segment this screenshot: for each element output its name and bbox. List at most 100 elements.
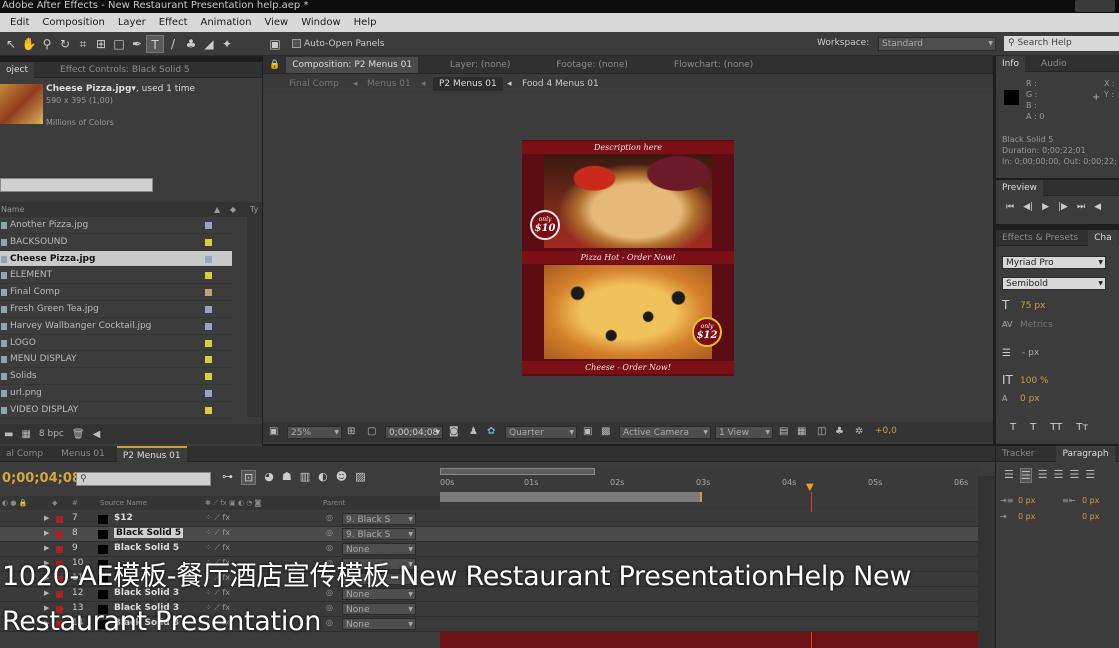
views-select[interactable]: 1 View bbox=[715, 426, 773, 439]
indent-right-value[interactable]: 0 px bbox=[1082, 496, 1099, 505]
always-preview-icon[interactable]: ▣ bbox=[269, 426, 278, 437]
column-name[interactable]: Name bbox=[1, 205, 25, 214]
indent-left-value[interactable]: 0 px bbox=[1018, 496, 1035, 505]
baseline-value[interactable]: 0 px bbox=[1020, 394, 1040, 404]
work-area-nav[interactable] bbox=[440, 468, 595, 475]
crumb-final-comp[interactable]: Final Comp bbox=[289, 74, 339, 94]
snapshot-icon[interactable]: ◙ bbox=[449, 426, 459, 437]
justify-center-icon[interactable]: ☰ bbox=[1070, 468, 1080, 483]
label-swatch[interactable] bbox=[205, 289, 212, 297]
tab-composition[interactable]: Composition: P2 Menus 01 bbox=[286, 56, 419, 73]
project-item[interactable]: ELEMENT bbox=[0, 267, 232, 285]
tab-audio[interactable]: Audio bbox=[1035, 56, 1073, 72]
parent-select[interactable]: None bbox=[342, 618, 416, 631]
lock-icon[interactable]: 🔒 bbox=[263, 57, 286, 73]
tab-footage[interactable]: Footage: (none) bbox=[550, 57, 634, 73]
zoom-select[interactable]: 25% bbox=[287, 426, 342, 439]
label-swatch[interactable] bbox=[205, 272, 212, 280]
pen-tool-icon[interactable]: ✒ bbox=[128, 35, 146, 53]
mask-icon[interactable]: ▢ bbox=[367, 426, 376, 437]
tab-layer[interactable]: Layer: (none) bbox=[444, 57, 516, 73]
scroll-left-icon[interactable]: ◀ bbox=[93, 429, 101, 440]
transparency-grid-icon[interactable]: ▩ bbox=[601, 426, 610, 437]
layer-label-swatch[interactable] bbox=[56, 531, 63, 538]
brainstorm-icon[interactable]: ▨ bbox=[355, 470, 365, 485]
label-swatch[interactable] bbox=[205, 305, 212, 313]
space-after-value[interactable]: 0 px bbox=[1082, 512, 1099, 521]
timeline-search-input[interactable]: ⚲ bbox=[76, 472, 211, 486]
label-swatch[interactable] bbox=[205, 255, 212, 263]
tab-info[interactable]: Info bbox=[996, 55, 1026, 72]
parent-select[interactable]: 9. Black S bbox=[342, 528, 416, 541]
vertical-scale-value[interactable]: 100 % bbox=[1020, 376, 1049, 386]
project-item[interactable]: LOGO bbox=[0, 335, 232, 352]
label-swatch[interactable] bbox=[205, 222, 212, 229]
layer-row[interactable]: ▶ 9 Black Solid 5 ⁘ ⟋ fx ◎ None bbox=[0, 542, 995, 557]
layer-name[interactable]: $12 bbox=[114, 513, 133, 523]
project-scrollbar[interactable] bbox=[247, 217, 262, 417]
camera-select[interactable]: Active Camera bbox=[619, 426, 711, 439]
fast-previews-icon[interactable]: ▦ bbox=[797, 426, 806, 437]
align-left-icon[interactable]: ☰ bbox=[1004, 468, 1014, 483]
faux-bold-icon[interactable]: T bbox=[1010, 422, 1016, 433]
camera-tool-icon[interactable]: ⌗ bbox=[74, 35, 92, 53]
clone-stamp-tool-icon[interactable]: ♣ bbox=[182, 35, 200, 53]
project-item[interactable]: VIDEO DISPLAY bbox=[0, 402, 232, 419]
menu-animation[interactable]: Animation bbox=[201, 17, 252, 28]
new-comp-icon[interactable]: ▦ bbox=[21, 429, 30, 440]
pan-behind-tool-icon[interactable]: ⊞ bbox=[92, 35, 110, 53]
project-item[interactable]: BACKSOUND bbox=[0, 234, 232, 251]
layer-label-swatch[interactable] bbox=[56, 546, 63, 553]
rectangle-tool-icon[interactable]: □ bbox=[110, 35, 128, 53]
current-timecode[interactable]: 0;00;04;08 bbox=[2, 471, 81, 486]
audio-icon[interactable]: ◀ bbox=[1094, 202, 1101, 212]
hand-tool-icon[interactable]: ✋ bbox=[20, 35, 38, 53]
align-center-icon[interactable]: ☰ bbox=[1019, 468, 1032, 483]
expand-icon[interactable]: ▶ bbox=[44, 514, 49, 522]
tab-menus[interactable]: Menus 01 bbox=[55, 446, 111, 462]
grid-icon[interactable]: ⊞ bbox=[347, 426, 355, 437]
label-swatch[interactable] bbox=[205, 373, 212, 381]
first-line-indent-value[interactable]: 0 px bbox=[1018, 512, 1035, 521]
small-caps-icon[interactable]: Tт bbox=[1076, 422, 1088, 433]
pickwhip-icon[interactable]: ◎ bbox=[326, 618, 333, 627]
work-area-bar[interactable] bbox=[440, 492, 702, 502]
pickwhip-icon[interactable]: ◎ bbox=[326, 528, 333, 537]
eraser-tool-icon[interactable]: ◢ bbox=[200, 35, 218, 53]
show-snapshot-icon[interactable]: ♟ bbox=[469, 426, 478, 437]
tab-character[interactable]: Cha bbox=[1088, 229, 1118, 246]
tab-tracker[interactable]: Tracker bbox=[996, 446, 1040, 462]
motion-blur-icon[interactable]: ◐ bbox=[318, 470, 328, 485]
leading-value[interactable]: - px bbox=[1022, 348, 1039, 358]
label-swatch[interactable] bbox=[205, 356, 212, 364]
type-column[interactable]: Ty bbox=[250, 202, 258, 217]
all-caps-icon[interactable]: TT bbox=[1050, 422, 1062, 433]
project-item[interactable]: Cheese Pizza.jpg bbox=[0, 250, 232, 268]
timeline-scrollbar[interactable] bbox=[978, 476, 995, 648]
auto-open-checkbox[interactable]: Auto-Open Panels bbox=[292, 38, 384, 49]
tab-preview[interactable]: Preview bbox=[996, 179, 1044, 196]
layer-label-swatch[interactable] bbox=[56, 516, 63, 523]
draft-3d-icon[interactable]: ◕ bbox=[264, 470, 274, 485]
justify-all-icon[interactable]: ☰ bbox=[1085, 468, 1095, 483]
graph-editor-icon[interactable]: ☻ bbox=[336, 470, 347, 485]
menu-layer[interactable]: Layer bbox=[118, 17, 146, 28]
crumb-food[interactable]: Food 4 Menus 01 bbox=[522, 74, 599, 94]
frame-blending-icon[interactable]: ▥ bbox=[300, 470, 310, 485]
type-tool-icon[interactable]: T bbox=[146, 34, 164, 53]
selection-tool-icon[interactable]: ↖ bbox=[2, 35, 20, 53]
align-right-icon[interactable]: ☰ bbox=[1038, 468, 1048, 483]
layer-row[interactable]: ▶ 7 $12 ⁘ ⟋ fx ◎ 9. Black S bbox=[0, 512, 995, 527]
font-size-value[interactable]: 75 px bbox=[1020, 301, 1045, 311]
layer-name[interactable]: Black Solid 5 bbox=[114, 543, 179, 553]
tab-project[interactable]: oject bbox=[0, 61, 35, 78]
panel-toggle-icon[interactable]: ▣ bbox=[266, 35, 284, 53]
menu-help[interactable]: Help bbox=[354, 17, 377, 28]
timecode-display[interactable]: 0;00;04;08 bbox=[385, 426, 443, 439]
layer-name[interactable]: Black Solid 5 bbox=[114, 528, 184, 538]
layer-switches-icon[interactable]: ⁘ ⟋ fx bbox=[205, 513, 230, 523]
menu-composition[interactable]: Composition bbox=[42, 17, 104, 28]
expand-icon[interactable]: ▶ bbox=[44, 529, 49, 537]
new-folder-icon[interactable]: ▬ bbox=[4, 429, 13, 440]
tab-effects-presets[interactable]: Effects & Presets bbox=[996, 230, 1084, 246]
